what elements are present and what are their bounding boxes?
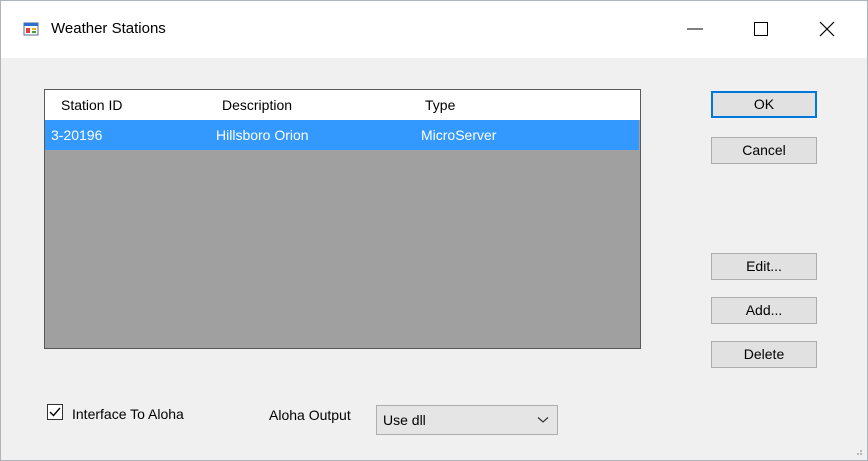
cell-type: MicroServer — [421, 127, 497, 143]
minimize-icon — [687, 28, 703, 30]
edit-button[interactable]: Edit... — [711, 253, 817, 280]
form-app-icon — [23, 21, 39, 37]
column-header-description[interactable]: Description — [222, 90, 292, 120]
add-button[interactable]: Add... — [711, 297, 817, 324]
cell-description: Hillsboro Orion — [216, 127, 309, 143]
list-header: Station ID Description Type — [45, 90, 640, 120]
interface-to-aloha-label[interactable]: Interface To Aloha — [72, 406, 184, 422]
close-icon — [819, 21, 835, 37]
ok-button[interactable]: OK — [711, 91, 817, 118]
aloha-output-value: Use dll — [383, 412, 426, 428]
list-row[interactable]: 3-20196 Hillsboro Orion MicroServer — [45, 120, 639, 150]
weather-stations-window: Weather Stations Station ID Description … — [0, 0, 868, 461]
stations-list[interactable]: Station ID Description Type 3-20196 Hill… — [44, 89, 641, 349]
title-bar[interactable]: Weather Stations — [1, 1, 867, 58]
resize-grip-icon[interactable] — [853, 446, 863, 456]
minimize-button[interactable] — [663, 1, 729, 58]
interface-to-aloha-checkbox[interactable] — [47, 404, 63, 420]
column-header-station-id[interactable]: Station ID — [61, 90, 122, 120]
window-title: Weather Stations — [51, 20, 166, 37]
maximize-icon — [754, 22, 768, 36]
chevron-down-icon — [537, 417, 549, 423]
cell-station-id: 3-20196 — [51, 127, 103, 143]
checkmark-icon — [49, 407, 61, 417]
aloha-output-select[interactable]: Use dll — [376, 405, 558, 435]
delete-button[interactable]: Delete — [711, 341, 817, 368]
cancel-button[interactable]: Cancel — [711, 137, 817, 164]
maximize-button[interactable] — [729, 1, 795, 58]
close-button[interactable] — [795, 1, 861, 58]
column-header-type[interactable]: Type — [425, 90, 455, 120]
aloha-output-label: Aloha Output — [269, 407, 351, 423]
